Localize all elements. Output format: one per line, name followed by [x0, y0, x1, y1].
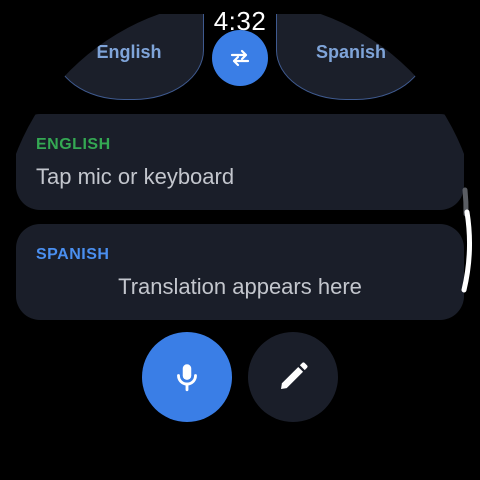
swap-arrows-icon	[230, 49, 250, 67]
translation-card: SPANISH Translation appears here	[16, 224, 464, 320]
target-language-button[interactable]: Spanish	[276, 14, 426, 100]
microphone-button[interactable]	[142, 332, 232, 422]
target-card-label: SPANISH	[36, 246, 110, 263]
keyboard-input-button[interactable]	[248, 332, 338, 422]
swap-languages-button[interactable]	[212, 30, 268, 86]
scroll-indicator[interactable]	[456, 186, 476, 296]
watch-screen: 4:32 English Spanish ENGLISH Tap mic or …	[0, 0, 480, 480]
source-language-button[interactable]: English	[54, 14, 204, 100]
target-language-label: Spanish	[315, 42, 386, 62]
pencil-icon	[281, 362, 308, 389]
source-text-card[interactable]: ENGLISH Tap mic or keyboard	[16, 114, 464, 210]
source-card-text: Tap mic or keyboard	[36, 164, 235, 189]
source-card-label: ENGLISH	[36, 136, 111, 153]
source-language-label: English	[96, 42, 162, 62]
microphone-icon	[177, 364, 197, 392]
target-card-text: Translation appears here	[118, 274, 362, 299]
